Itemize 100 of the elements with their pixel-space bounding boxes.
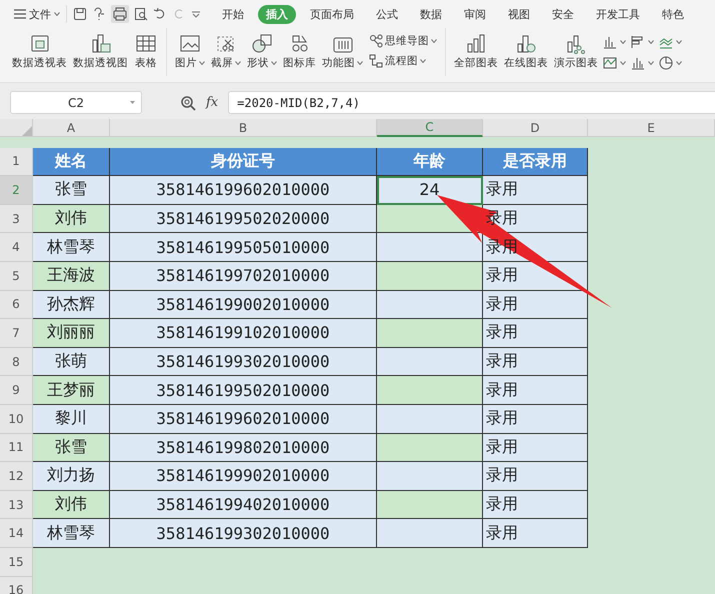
active-cell: 24 (377, 176, 483, 205)
caret-icon[interactable] (420, 59, 426, 63)
ribbon-tab[interactable]: 审阅 (456, 4, 494, 24)
table-cell: 刘力扬 (33, 462, 110, 491)
chart-type-button[interactable] (602, 55, 626, 71)
table-cell: 黎川 (33, 404, 110, 434)
column-header[interactable]: D (483, 119, 588, 137)
function-button[interactable]: fx (206, 95, 218, 110)
ribbon-tab[interactable]: 视图 (500, 4, 538, 24)
pie-chart-icon (658, 55, 674, 71)
customize-icon[interactable] (191, 9, 201, 19)
caret-icon[interactable] (676, 61, 682, 65)
ribbon-button[interactable]: 演示图表 (552, 32, 600, 70)
ribbon-tab[interactable]: 安全 (544, 4, 582, 24)
column-header[interactable]: B (110, 119, 377, 137)
row-header[interactable]: 9 (0, 376, 33, 405)
table-cell: 358146199002010000 (110, 290, 377, 320)
row-header[interactable]: 11 (0, 434, 33, 462)
ribbon-tab[interactable]: 开发工具 (588, 4, 648, 24)
table-cell: 358146199602010000 (110, 404, 377, 434)
zoom-icon[interactable] (180, 94, 196, 110)
ribbon-button[interactable]: 思维导图 (367, 34, 439, 48)
table-cell: 林雪琴 (33, 519, 110, 548)
save-icon[interactable] (73, 7, 87, 21)
ribbon-button[interactable]: 形状 (245, 32, 279, 70)
ribbon-tab[interactable]: 页面布局 (302, 4, 362, 24)
row-header[interactable]: 14 (0, 519, 33, 548)
table-cell: 张雪 (33, 176, 110, 205)
ribbon-button[interactable]: 截屏 (209, 32, 243, 70)
table-cell: 录用 (483, 462, 588, 491)
table-cell: 录用 (483, 434, 588, 462)
table-cell: 358146199102010000 (110, 319, 377, 348)
caret-icon[interactable] (130, 101, 135, 104)
file-menu[interactable]: 文件 (29, 6, 51, 22)
ribbon-button[interactable]: 图标库 (281, 32, 318, 70)
table-cell: 358146199702010000 (110, 262, 377, 291)
chart-type-button[interactable] (630, 55, 654, 71)
menu-icon[interactable] (14, 9, 26, 19)
table-cell: 358146199502020000 (110, 204, 377, 234)
flowchart-icon (369, 54, 383, 68)
caret-icon[interactable] (199, 61, 205, 65)
preview-icon[interactable] (134, 7, 148, 21)
table-cell: 张萌 (33, 348, 110, 376)
table-cell: 张雪 (33, 434, 110, 462)
formula-field[interactable]: =2020-MID(B2,7,4) (228, 91, 715, 114)
row-header[interactable]: 7 (0, 319, 33, 348)
chart-type-button[interactable] (630, 34, 654, 50)
row-header[interactable]: 4 (0, 233, 33, 262)
caret-icon[interactable] (676, 40, 682, 44)
ribbon-tab[interactable]: 数据 (412, 4, 450, 24)
caret-icon[interactable] (620, 40, 626, 44)
row-header[interactable]: 3 (0, 204, 33, 234)
row-header[interactable]: 10 (0, 404, 33, 434)
caret-icon[interactable] (54, 12, 60, 16)
table-cell: 358146199602010000 (110, 176, 377, 205)
ribbon-button[interactable]: 功能图 (320, 32, 365, 70)
table-cell: 刘丽丽 (33, 319, 110, 348)
table-cell: 林雪琴 (33, 233, 110, 262)
chart-type-button[interactable] (602, 34, 626, 50)
table-cell: 王海波 (33, 262, 110, 291)
caret-icon[interactable] (357, 61, 363, 65)
ribbon-button[interactable]: 在线图表 (502, 32, 550, 70)
table-cell: 录用 (483, 290, 588, 320)
ribbon-button[interactable]: 数据透视图 (71, 32, 130, 70)
row-header[interactable]: 12 (0, 462, 33, 491)
caret-icon[interactable] (620, 61, 626, 65)
caret-icon[interactable] (648, 61, 654, 65)
table-cell: 录用 (483, 490, 588, 520)
undo-icon[interactable] (153, 7, 167, 21)
ribbon-button[interactable]: 流程图 (367, 54, 439, 68)
column-header[interactable]: A (33, 119, 110, 137)
ribbon-tab[interactable]: 开始 (214, 4, 252, 24)
ribbon-button[interactable]: 表格 (132, 32, 160, 70)
row-header[interactable]: 1 (0, 148, 33, 176)
ribbon-button[interactable]: 全部图表 (452, 32, 500, 70)
ribbon-tab[interactable]: 公式 (368, 4, 406, 24)
caret-icon[interactable] (431, 39, 437, 43)
row-header[interactable]: 8 (0, 348, 33, 376)
row-header[interactable]: 6 (0, 290, 33, 320)
header-cell: 身份证号 (110, 148, 377, 176)
row-header[interactable]: 15 (0, 548, 33, 576)
table-cell: 录用 (483, 376, 588, 405)
caret-icon[interactable] (648, 40, 654, 44)
table-cell: 录用 (483, 519, 588, 548)
ribbon-tab[interactable]: 特色 (654, 4, 692, 24)
area-chart-icon (602, 55, 618, 71)
ribbon-button[interactable]: 数据透视表 (10, 32, 69, 70)
table-cell: 刘伟 (33, 204, 110, 234)
table-cell: 358146199802010000 (110, 434, 377, 462)
chart-type-button[interactable] (658, 55, 682, 71)
name-box[interactable]: C2 (10, 91, 142, 114)
caret-icon[interactable] (235, 61, 241, 65)
caret-icon[interactable] (271, 61, 277, 65)
row-header[interactable]: 5 (0, 262, 33, 291)
print-icon[interactable] (111, 5, 129, 23)
ribbon-button[interactable]: 图片 (173, 32, 207, 70)
column-header[interactable]: E (588, 119, 715, 137)
row-header[interactable]: 13 (0, 490, 33, 520)
table-cell: 358146199502010000 (110, 376, 377, 405)
table-cell: 王梦丽 (33, 376, 110, 405)
